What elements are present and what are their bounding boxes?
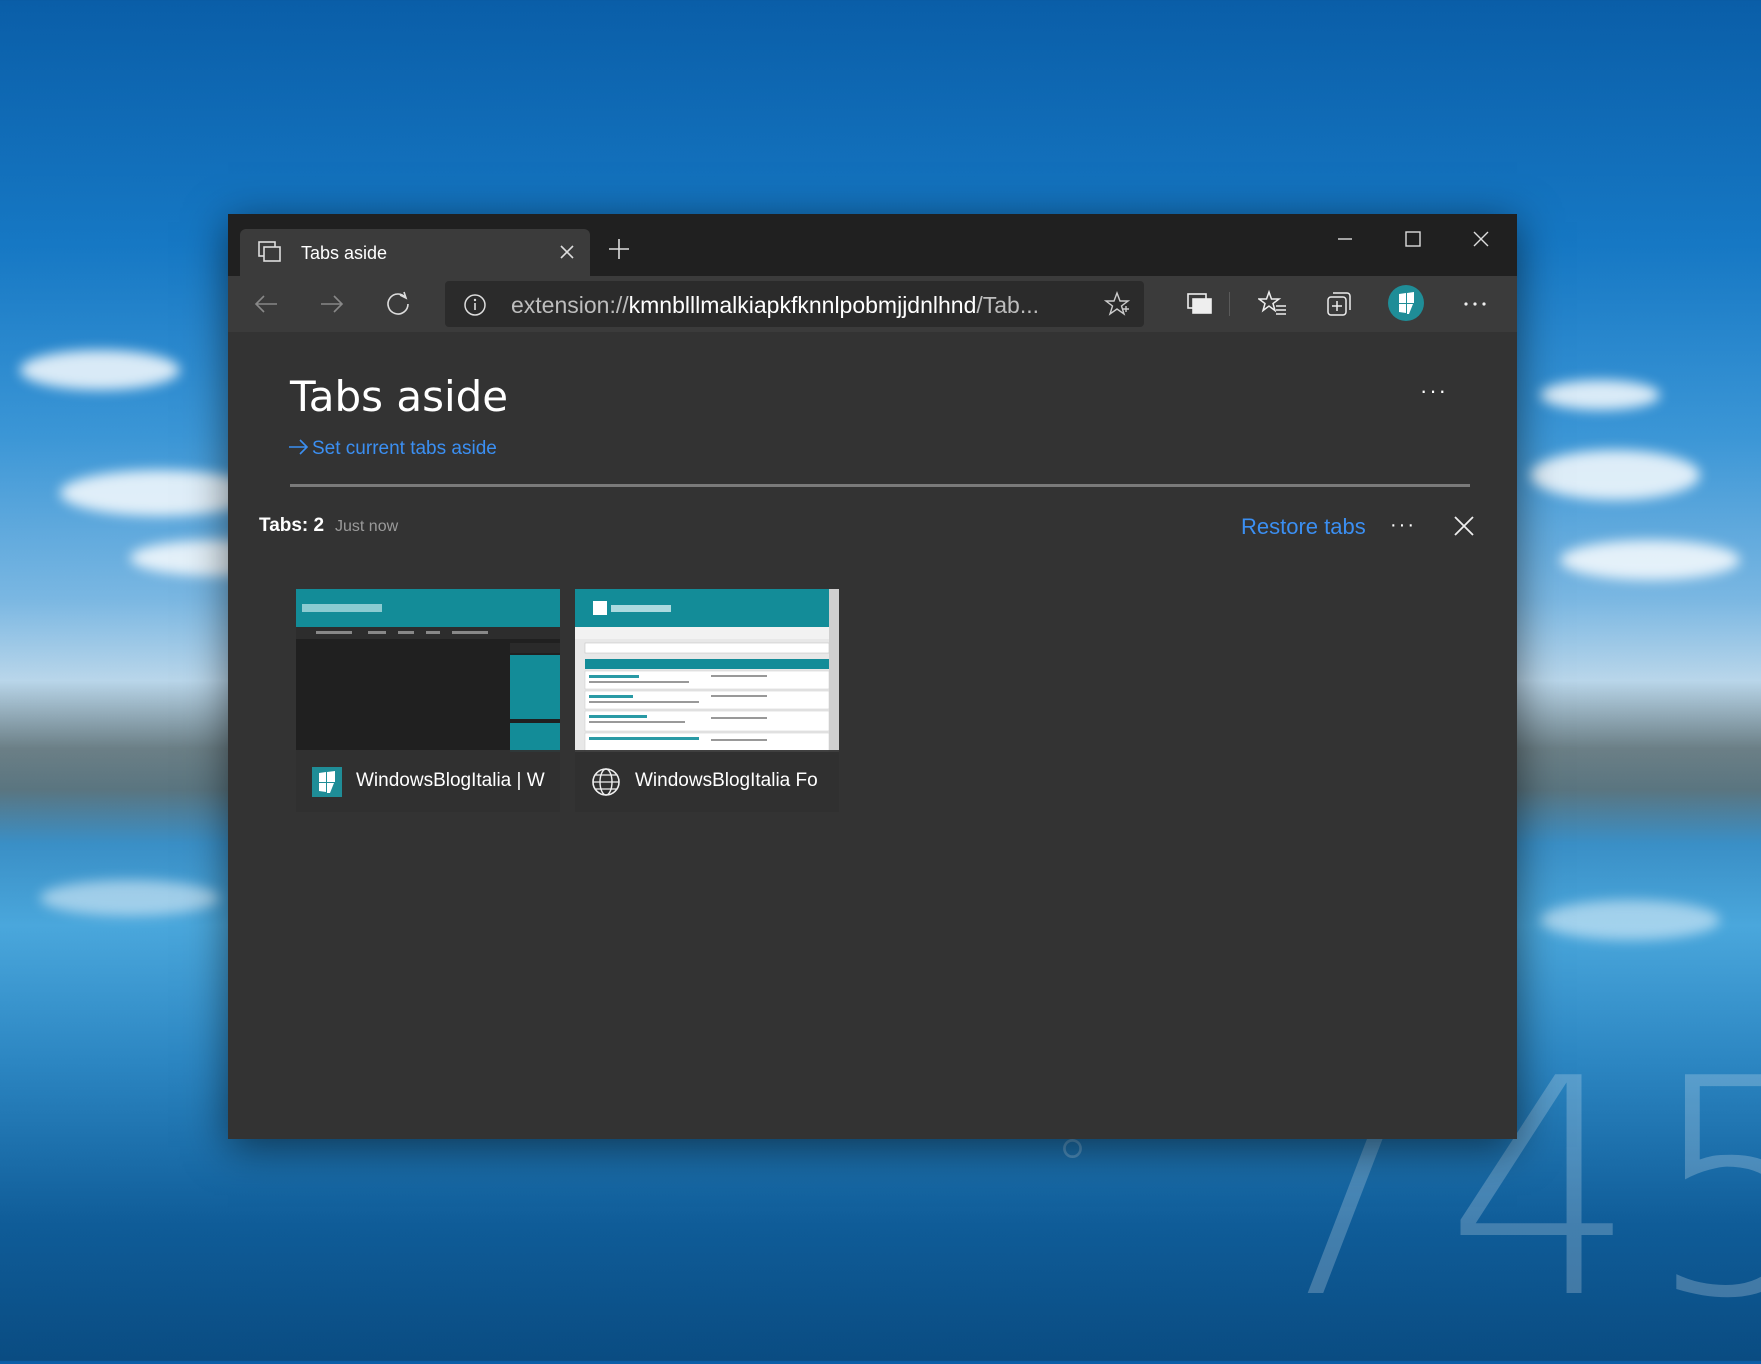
aside-tab-card[interactable]: WindowsBlogItalia | W [296,589,560,812]
collections-icon[interactable] [1324,289,1354,319]
tab-thumbnail [575,589,839,752]
tab-card-title: WindowsBlogItalia Fo [635,770,818,791]
tab-close-icon[interactable] [554,239,580,265]
header-divider [290,484,1470,487]
toolbar: extension://kmnblllmalkiapkfknnlpobmjjdn… [228,276,1517,332]
title-bar: Tabs aside [228,214,1517,276]
remove-group-icon[interactable] [1451,513,1477,539]
address-bar[interactable]: extension://kmnblllmalkiapkfknnlpobmjjdn… [445,281,1144,327]
tab-caption: WindowsBlogItalia | W [296,750,560,812]
refresh-icon[interactable] [383,289,413,319]
tab-thumbnail [296,589,560,752]
add-favorite-icon[interactable] [1104,291,1130,317]
browser-window: Tabs aside extension://kmnblllmalkiapkfk… [228,214,1517,1139]
globe-icon [591,767,621,797]
settings-more-icon[interactable] [1460,289,1490,319]
url-text[interactable]: extension://kmnblllmalkiapkfknnlpobmjjdn… [511,292,1039,319]
page-more-options-icon[interactable]: ··· [1420,378,1448,404]
tabs-aside-icon[interactable] [1185,289,1215,319]
profile-avatar[interactable] [1388,285,1424,321]
forward-icon[interactable] [317,289,347,319]
tab-title: Tabs aside [301,243,388,263]
group-timestamp: Just now [335,518,399,535]
tab-collection-icon [258,241,282,263]
toolbar-separator [1229,292,1230,316]
site-info-icon[interactable] [463,293,487,317]
active-tab[interactable]: Tabs aside [240,229,590,276]
aside-tab-card[interactable]: WindowsBlogItalia Fo [575,589,839,812]
tab-card-title: WindowsBlogItalia | W [356,770,545,791]
close-window-icon[interactable] [1456,224,1506,254]
url-scheme: extension:// [511,292,629,318]
group-more-options-icon[interactable]: ··· [1390,514,1416,537]
group-tab-count: Tabs: 2 [259,515,325,536]
new-tab-icon[interactable] [606,236,632,262]
minimize-icon[interactable] [1320,224,1370,254]
page-title: Tabs aside [290,372,509,421]
tab-caption: WindowsBlogItalia Fo [575,750,839,812]
windowsblogitalia-logo-icon [312,767,342,797]
page-content: Tabs aside ··· Set current tabs aside Ta… [228,332,1517,1139]
maximize-icon[interactable] [1388,224,1438,254]
restore-tabs-button[interactable]: Restore tabs [1241,514,1366,540]
url-host: kmnblllmalkiapkfknnlpobmjjdnlhnd [628,292,977,318]
url-path: /Tab... [976,292,1040,318]
back-icon[interactable] [251,289,281,319]
arrow-right-icon [288,438,310,456]
set-tabs-aside-link[interactable]: Set current tabs aside [288,438,497,460]
set-tabs-aside-label: Set current tabs aside [312,438,497,459]
favorites-icon[interactable] [1258,289,1288,319]
